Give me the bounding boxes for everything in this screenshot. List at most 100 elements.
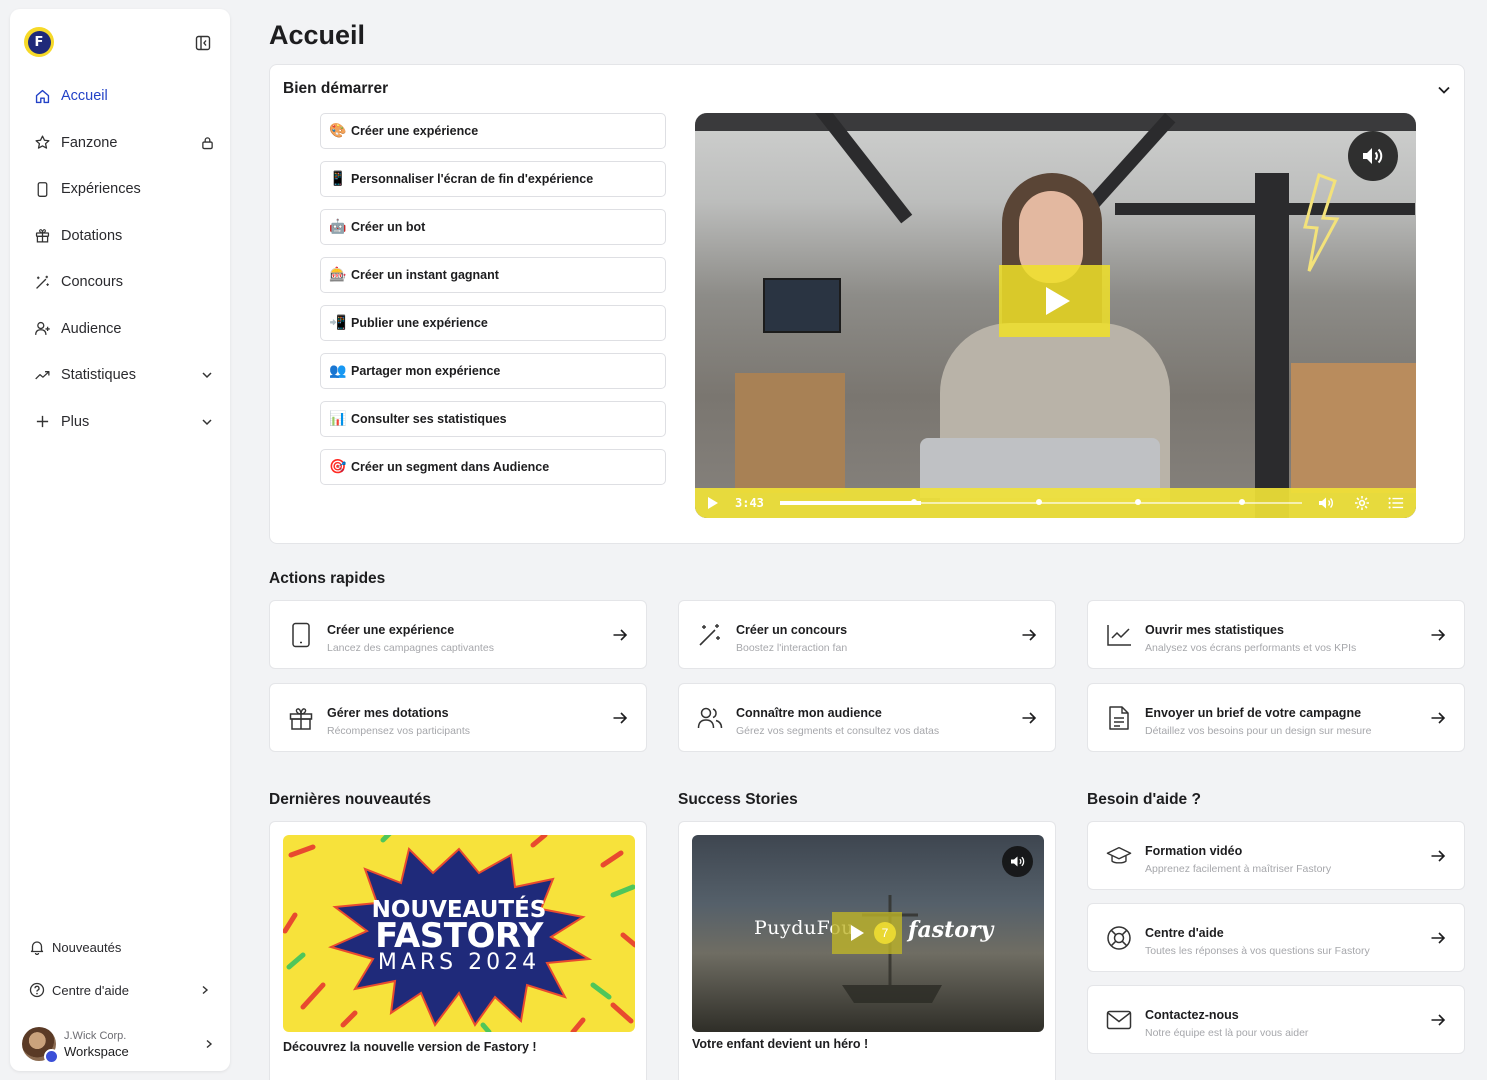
action-manage-prizes[interactable]: Gérer mes dotations Récompensez vos part… <box>269 683 647 752</box>
arrow-right-icon <box>613 712 628 724</box>
nav-item-statistiques[interactable]: Statistiques <box>24 352 220 399</box>
action-title: Ouvrir mes statistiques <box>1145 623 1284 637</box>
help-contact-us[interactable]: Contactez-nous Notre équipe est là pour … <box>1087 985 1465 1054</box>
arrow-right-icon <box>1022 629 1037 641</box>
guide-label: Créer un bot <box>351 220 426 234</box>
news-title: Dernières nouveautés <box>269 791 431 808</box>
video-progress-track[interactable] <box>780 499 1302 505</box>
action-create-experience[interactable]: Créer une expérience Lancez des campagne… <box>269 600 647 669</box>
guide-label: Créer une expérience <box>351 124 479 138</box>
people-icon: 👥 <box>329 363 347 379</box>
nav-item-nouveautes[interactable]: Nouveautés <box>28 935 214 959</box>
lock-icon <box>200 136 214 150</box>
nav-label: Audience <box>61 320 122 337</box>
action-send-brief[interactable]: Envoyer un brief de votre campagne Détai… <box>1087 683 1465 752</box>
play-button[interactable]: 7 <box>832 912 902 954</box>
chapters-list-icon[interactable] <box>1388 495 1404 511</box>
avatar <box>22 1027 59 1064</box>
nav-item-audience[interactable]: Audience <box>24 306 220 353</box>
sidebar: F Accueil Fanzone Expériences Dotations … <box>10 9 230 1071</box>
arrow-right-icon <box>613 629 628 641</box>
news-card[interactable]: NOUVEAUTÉS FASTORY MARS 2024 Découvrez l… <box>269 821 647 1080</box>
guide-label: Partager mon expérience <box>351 364 501 378</box>
nav-item-concours[interactable]: Concours <box>24 259 220 306</box>
help-item-title: Centre d'aide <box>1145 926 1224 940</box>
action-create-contest[interactable]: Créer un concours Boostez l'interaction … <box>678 600 1056 669</box>
guide-item[interactable]: 📲 Publier une expérience <box>320 305 666 341</box>
monitor <box>763 278 841 333</box>
chapter-marker <box>1035 499 1042 505</box>
action-subtitle: Analysez vos écrans performants et vos K… <box>1145 642 1357 654</box>
play-icon <box>850 925 864 941</box>
unmute-button[interactable] <box>1348 131 1398 181</box>
guide-item[interactable]: 👥 Partager mon expérience <box>320 353 666 389</box>
getting-started-card: Bien démarrer 🎨 Créer une expérience 📱 Per… <box>269 64 1465 544</box>
story-caption: Votre enfant devient un héro ! <box>692 1037 869 1051</box>
help-center[interactable]: Centre d'aide Toutes les réponses à vos … <box>1087 903 1465 972</box>
settings-gear-icon[interactable] <box>1354 495 1370 511</box>
nav-item-plus[interactable]: Plus <box>24 399 220 446</box>
action-title: Connaître mon audience <box>736 706 882 720</box>
guide-item[interactable]: 🎰 Créer un instant gagnant <box>320 257 666 293</box>
nav-label: Concours <box>61 274 124 291</box>
workspace-name: Workspace <box>64 1043 129 1059</box>
mail-icon <box>1106 1007 1132 1033</box>
action-subtitle: Boostez l'interaction fan <box>736 642 848 654</box>
plus-icon <box>33 413 51 431</box>
play-icon[interactable] <box>708 497 718 509</box>
video-duration: 3:43 <box>735 496 764 510</box>
nav-item-fanzone[interactable]: Fanzone <box>24 120 220 167</box>
volume-icon[interactable] <box>1318 495 1334 511</box>
news-banner: NOUVEAUTÉS FASTORY MARS 2024 <box>283 835 635 1032</box>
chevron-down-icon[interactable] <box>1436 82 1452 98</box>
story-video[interactable]: PuyduFou fastory 7 <box>692 835 1044 1032</box>
arrow-right-icon <box>1431 932 1446 944</box>
unmute-button[interactable] <box>1002 846 1033 877</box>
nav-label: Dotations <box>61 227 123 244</box>
collapse-sidebar-icon[interactable] <box>195 35 211 51</box>
story-card[interactable]: PuyduFou fastory 7 Votre enfant devient … <box>678 821 1056 1080</box>
guide-item[interactable]: 📊 Consulter ses statistiques <box>320 401 666 437</box>
nav-item-dotations[interactable]: Dotations <box>24 213 220 260</box>
chevron-down-icon[interactable] <box>200 368 214 382</box>
nav-label: Accueil <box>61 88 108 105</box>
action-title: Gérer mes dotations <box>327 706 449 720</box>
chevron-down-icon[interactable] <box>200 415 214 429</box>
action-subtitle: Lancez des campagnes captivantes <box>327 642 494 654</box>
guide-item[interactable]: 📱 Personnaliser l'écran de fin d'expérien… <box>320 161 666 197</box>
guide-item[interactable]: 🎨 Créer une expérience <box>320 113 666 149</box>
help-item-subtitle: Notre équipe est là pour vous aider <box>1145 1027 1309 1039</box>
intro-video-player[interactable]: 3:43 <box>695 113 1416 518</box>
users-icon <box>697 705 723 731</box>
help-video-training[interactable]: Formation vidéo Apprenez facilement à ma… <box>1087 821 1465 890</box>
guide-item[interactable]: 🎯 Créer un segment dans Audience <box>320 449 666 485</box>
page-title: Accueil <box>269 20 366 50</box>
action-know-audience[interactable]: Connaître mon audience Gérez vos segment… <box>678 683 1056 752</box>
bell-icon <box>28 938 46 956</box>
news-caption: Découvrez la nouvelle version de Fastory… <box>283 1040 537 1054</box>
lightning-neon <box>1303 173 1340 272</box>
phone-icon <box>33 180 51 198</box>
workspace-org: J.Wick Corp. <box>64 1029 127 1042</box>
gift-icon <box>288 705 314 731</box>
arrow-right-icon <box>1431 712 1446 724</box>
nav-item-centre-aide[interactable]: Centre d'aide <box>28 978 214 1002</box>
graduation-cap-icon <box>1106 843 1132 869</box>
robot-icon: 🤖 <box>329 219 347 235</box>
fastory-logo[interactable]: F <box>24 27 54 57</box>
fastory-mini-logo: 7 <box>874 922 896 944</box>
nav-label: Fanzone <box>61 134 118 151</box>
document-icon <box>1106 705 1132 731</box>
nav-item-accueil[interactable]: Accueil <box>24 73 220 120</box>
main-nav: Accueil Fanzone Expériences Dotations Co… <box>24 73 220 445</box>
wooden-pillar <box>1255 173 1289 518</box>
play-icon <box>1045 287 1070 315</box>
play-button[interactable] <box>999 265 1110 337</box>
guide-item[interactable]: 🤖 Créer un bot <box>320 209 666 245</box>
workspace-switcher[interactable]: J.Wick Corp. Workspace <box>22 1022 218 1066</box>
desk <box>735 373 845 493</box>
action-open-stats[interactable]: Ouvrir mes statistiques Analysez vos écr… <box>1087 600 1465 669</box>
video-progress-fill <box>780 501 921 505</box>
nav-item-experiences[interactable]: Expériences <box>24 166 220 213</box>
nav-label: Centre d'aide <box>52 982 129 998</box>
